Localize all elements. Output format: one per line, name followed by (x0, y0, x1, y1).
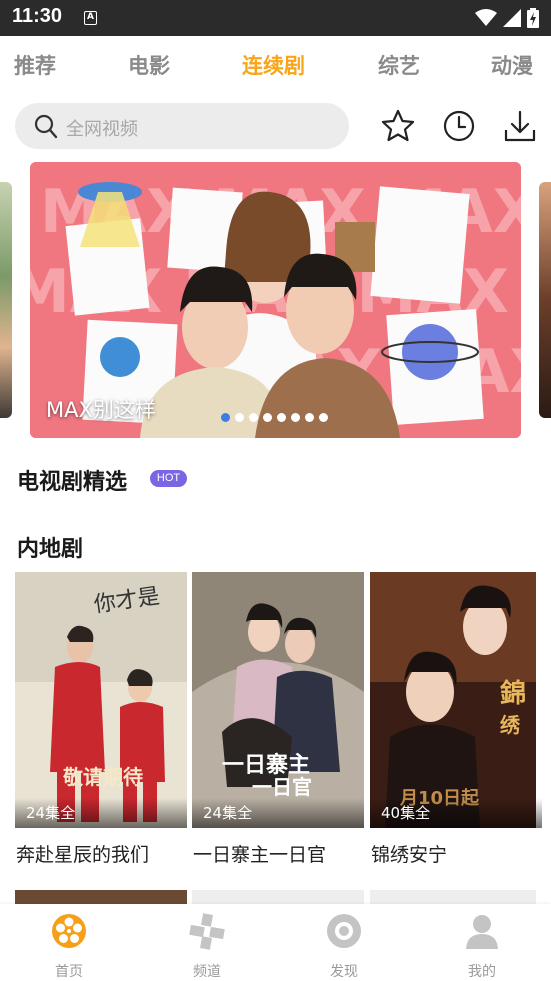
clock-icon[interactable] (441, 108, 477, 144)
poster-card[interactable]: 一日寨主 一日官 24集全 (192, 572, 364, 828)
poster-image: 你才是 敬请期待 (15, 572, 187, 828)
episode-count: 24集全 (192, 798, 364, 828)
tab-series[interactable]: 连续剧 (242, 50, 305, 80)
svg-text:绣: 绣 (500, 713, 521, 737)
mainland-section-title[interactable]: 内地剧 (17, 531, 83, 563)
banner-title: MAX别这样 (46, 398, 156, 422)
discover-icon (327, 914, 361, 948)
channel-icon (189, 913, 225, 950)
nav-profile[interactable]: 我的 (432, 904, 532, 981)
nav-discover[interactable]: 发现 (294, 904, 394, 981)
tab-movies[interactable]: 电影 (128, 50, 170, 80)
carousel-dot[interactable] (221, 413, 230, 422)
carousel-dot[interactable] (319, 413, 328, 422)
search-row: 全网视频 (0, 100, 551, 152)
episode-count: 24集全 (15, 798, 187, 828)
category-tabs: 推荐 电影 连续剧 综艺 动漫 (0, 36, 551, 92)
banner-next-card[interactable] (539, 182, 551, 418)
status-time: 11:30 (12, 5, 63, 27)
poster-title[interactable]: 奔赴星辰的我们 (16, 840, 149, 867)
search-icon (34, 114, 58, 139)
tab-anime[interactable]: 动漫 (491, 50, 533, 80)
poster-image: 一日寨主 一日官 (192, 572, 364, 828)
svg-text:一日官: 一日官 (252, 775, 312, 799)
poster-title[interactable]: 锦绣安宁 (371, 840, 447, 867)
svg-text:錦: 錦 (500, 678, 526, 709)
notification-a-icon: A (84, 11, 97, 25)
banner-slide[interactable]: MAX MAX MAX MAX MAX MAX MAX MAX (30, 162, 521, 438)
carousel-dot[interactable] (305, 413, 314, 422)
film-reel-icon (52, 914, 86, 948)
poster-title[interactable]: 一日寨主一日官 (193, 840, 326, 867)
status-icons (475, 8, 539, 28)
poster-card[interactable]: 你才是 敬请期待 24集全 (15, 572, 187, 828)
nav-home[interactable]: 首页 (19, 904, 119, 981)
nav-channel-label: 频道 (193, 964, 221, 980)
svg-text:敬请期待: 敬请期待 (62, 765, 143, 789)
carousel-dot[interactable] (235, 413, 244, 422)
banner-prev-card[interactable] (0, 182, 12, 418)
user-icon (466, 915, 498, 949)
status-bar: 11:30 A (0, 0, 551, 36)
nav-discover-label: 发现 (330, 964, 358, 980)
search-placeholder: 全网视频 (66, 119, 138, 140)
poster-card[interactable]: 錦 绣 月10日起 40集全 (370, 572, 542, 828)
poster-image: 錦 绣 月10日起 (370, 572, 536, 828)
episode-count: 40集全 (370, 798, 542, 828)
tab-variety[interactable]: 综艺 (378, 50, 420, 80)
carousel-dot[interactable] (263, 413, 272, 422)
carousel-dot[interactable] (249, 413, 258, 422)
tab-recommend[interactable]: 推荐 (14, 50, 56, 80)
hot-badge: HOT (150, 470, 187, 487)
carousel-dot[interactable] (277, 413, 286, 422)
search-input[interactable]: 全网视频 (15, 103, 349, 149)
bottom-nav: 首页 频道 发现 我的 (0, 904, 551, 981)
star-icon[interactable] (380, 108, 416, 144)
banner-carousel: MAX MAX MAX MAX MAX MAX MAX MAX (0, 162, 551, 440)
battery-icon (527, 8, 539, 28)
carousel-dot[interactable] (291, 413, 300, 422)
nav-profile-label: 我的 (468, 964, 496, 980)
featured-section-title: 电视剧精选 (17, 470, 128, 495)
download-icon[interactable] (502, 108, 538, 144)
wifi-icon (475, 9, 497, 26)
carousel-indicator (221, 413, 328, 422)
nav-channel[interactable]: 频道 (157, 904, 257, 981)
cell-signal-icon (503, 9, 521, 27)
nav-home-label: 首页 (55, 964, 83, 980)
